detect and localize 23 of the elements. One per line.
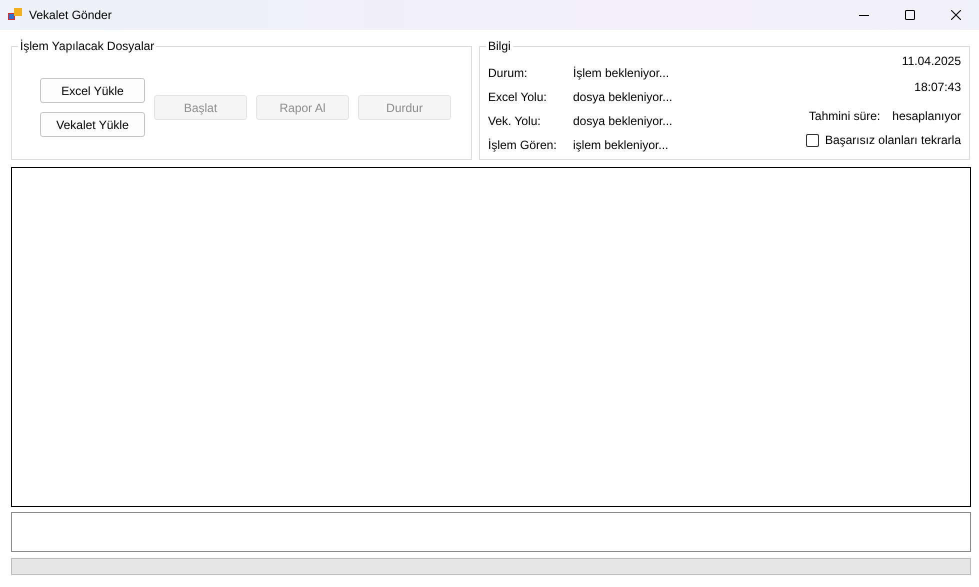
info-value: İşlem bekleniyor...	[573, 66, 670, 80]
date-text: 11.04.2025	[902, 54, 961, 68]
estimate-value: hesaplanıyor	[892, 109, 961, 123]
window-title: Vekalet Gönder	[29, 8, 112, 22]
time-text: 18:07:43	[914, 80, 961, 94]
checkbox-label[interactable]: Başarısız olanları tekrarla	[824, 133, 961, 147]
estimate-label: Tahmini süre:	[808, 109, 880, 123]
info-label: Excel Yolu:	[488, 90, 548, 104]
load-button[interactable]: Vekalet Yükle	[40, 112, 145, 137]
maximize-icon[interactable]	[905, 10, 915, 20]
info-value: dosya bekleniyor...	[573, 90, 672, 104]
info-value: dosya bekleniyor...	[573, 114, 672, 128]
group-title: Bilgi	[486, 39, 513, 53]
checkbox[interactable]	[806, 134, 819, 146]
info-label: Durum:	[488, 66, 528, 80]
group-title: İşlem Yapılacak Dosyalar	[18, 39, 156, 53]
info-label: İşlem Gören:	[488, 138, 558, 152]
info-value: işlem bekleniyor...	[573, 138, 670, 152]
close-icon[interactable]	[951, 10, 961, 20]
text-field[interactable]	[11, 512, 971, 552]
load-button[interactable]: Excel Yükle	[40, 78, 145, 103]
app-icon	[8, 8, 22, 22]
info-label: Vek. Yolu:	[488, 114, 542, 128]
